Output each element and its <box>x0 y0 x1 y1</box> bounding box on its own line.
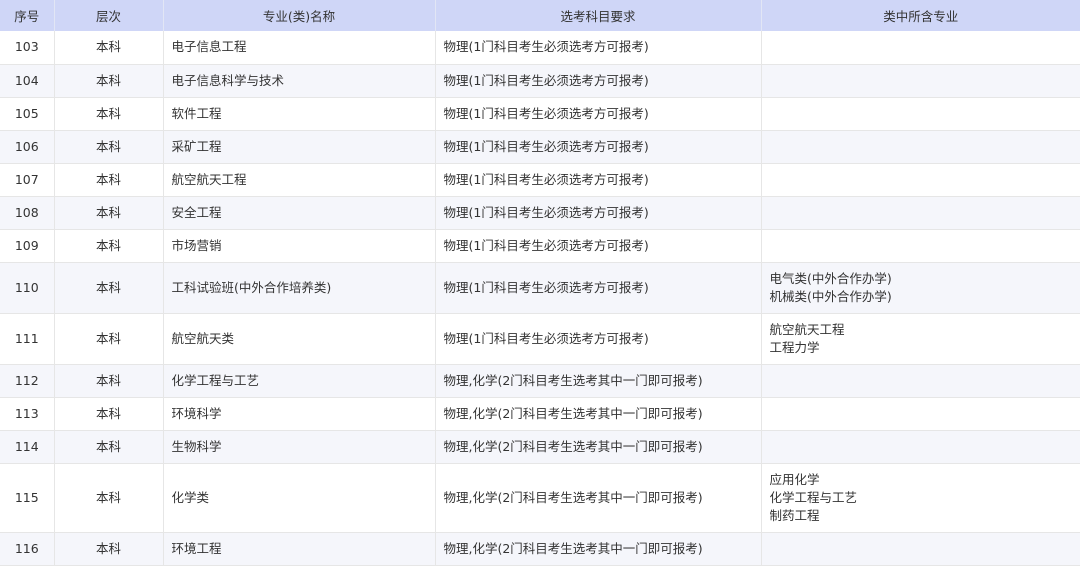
table-row: 114 本科 生物科学 物理,化学(2门科目考生选考其中一门即可报考) <box>0 430 1080 464</box>
cell-subject-requirement: 物理(1门科目考生必须选考方可报考) <box>435 31 762 65</box>
cell-included-majors: 电气类(中外合作办学) 机械类(中外合作办学) <box>761 262 1080 314</box>
header-subject-requirement: 选考科目要求 <box>435 0 762 31</box>
cell-level: 本科 <box>54 262 164 314</box>
cell-index: 105 <box>0 97 55 131</box>
cell-major-name: 市场营销 <box>163 229 436 263</box>
header-major-name: 专业(类)名称 <box>163 0 436 31</box>
cell-subject-requirement: 物理,化学(2门科目考生选考其中一门即可报考) <box>435 463 762 533</box>
table-row: 105 本科 软件工程 物理(1门科目考生必须选考方可报考) <box>0 97 1080 131</box>
cell-included-majors <box>761 532 1080 566</box>
included-major-item: 电气类(中外合作办学) <box>769 270 892 286</box>
cell-subject-requirement: 物理(1门科目考生必须选考方可报考) <box>435 64 762 98</box>
cell-level: 本科 <box>54 313 164 365</box>
cell-subject-requirement: 物理,化学(2门科目考生选考其中一门即可报考) <box>435 430 762 464</box>
cell-subject-requirement: 物理(1门科目考生必须选考方可报考) <box>435 262 762 314</box>
cell-index: 110 <box>0 262 55 314</box>
cell-index: 113 <box>0 397 55 431</box>
cell-level: 本科 <box>54 364 164 398</box>
cell-major-name: 环境科学 <box>163 397 436 431</box>
cell-level: 本科 <box>54 397 164 431</box>
table-row: 113 本科 环境科学 物理,化学(2门科目考生选考其中一门即可报考) <box>0 397 1080 431</box>
included-major-item: 制药工程 <box>769 507 820 523</box>
header-included-majors: 类中所含专业 <box>883 9 959 24</box>
cell-subject-requirement: 物理(1门科目考生必须选考方可报考) <box>435 97 762 131</box>
cell-index: 104 <box>0 64 55 98</box>
cell-subject-requirement: 物理,化学(2门科目考生选考其中一门即可报考) <box>435 532 762 566</box>
cell-index: 114 <box>0 430 55 464</box>
cell-subject-requirement: 物理(1门科目考生必须选考方可报考) <box>435 163 762 197</box>
cell-index: 109 <box>0 229 55 263</box>
cell-included-majors <box>761 163 1080 197</box>
cell-subject-requirement: 物理(1门科目考生必须选考方可报考) <box>435 229 762 263</box>
included-major-item: 工程力学 <box>769 339 820 355</box>
majors-table: 序号 层次 专业(类)名称 选考科目要求 类中所含专业 103 本科 电子信息工程物… <box>0 0 1080 566</box>
cell-level: 本科 <box>54 463 164 533</box>
cell-included-majors <box>761 430 1080 464</box>
table-row: 112 本科 化学工程与工艺 物理,化学(2门科目考生选考其中一门即可报考) <box>0 364 1080 398</box>
header-level: 层次 <box>54 0 164 31</box>
cell-level: 本科 <box>54 97 164 131</box>
cell-included-majors: 应用化学化学工程与工艺 制药工程 <box>761 463 1080 533</box>
table-header-row: 序号 层次 专业(类)名称 选考科目要求 类中所含专业 <box>0 0 1080 31</box>
cell-level: 本科 <box>54 229 164 263</box>
included-major-item: 应用化学 <box>769 471 820 487</box>
cell-major-name: 电子信息科学与技术 <box>163 64 436 98</box>
cell-index: 115 <box>0 463 55 533</box>
cell-included-majors <box>761 397 1080 431</box>
cell-major-name: 采矿工程 <box>163 130 436 164</box>
cell-included-majors <box>761 31 1080 65</box>
cell-included-majors <box>761 229 1080 263</box>
cell-major-name: 电子信息工程 <box>163 31 436 65</box>
cell-included-majors <box>761 364 1080 398</box>
cell-level: 本科 <box>54 532 164 566</box>
cell-included-majors <box>761 196 1080 230</box>
cell-index: 106 <box>0 130 55 164</box>
cell-included-majors <box>761 64 1080 98</box>
cell-major-name: 工科试验班(中外合作培养类) <box>163 262 436 314</box>
table-row: 115 本科 化学类 物理,化学(2门科目考生选考其中一门即可报考) 应用化学 化学工程与… <box>0 463 1080 533</box>
cell-major-name: 安全工程 <box>163 196 436 230</box>
cell-index: 111 <box>0 313 55 365</box>
cell-major-name: 化学工程与工艺 <box>163 364 436 398</box>
table-row: 109 本科 市场营销 物理(1门科目考生必须选考方可报考) <box>0 229 1080 263</box>
table-row: 116 本科 环境工程 物理,化学(2门科目考生选考其中一门即可报考) <box>0 532 1080 566</box>
table-row: 103 本科 电子信息工程 物理(1门科目考生必须选考方可报考) <box>0 31 1080 65</box>
cell-level: 本科 <box>54 31 164 65</box>
cell-level: 本科 <box>54 430 164 464</box>
cell-index: 112 <box>0 364 55 398</box>
table-body: 103 本科 电子信息工程 物理(1门科目考生必须选考方可报考) 104 本科 电子信息科学… <box>0 31 1080 566</box>
cell-subject-requirement: 物理,化学(2门科目考生选考其中一门即可报考) <box>435 397 762 431</box>
cell-included-majors <box>761 130 1080 164</box>
cell-level: 本科 <box>54 196 164 230</box>
cell-major-name: 化学类 <box>163 463 436 533</box>
table-row: 104 本科 电子信息科学与技术 物理(1门科目考生必须选考方可报考) <box>0 64 1080 98</box>
cell-level: 本科 <box>54 130 164 164</box>
cell-major-name: 航空航天类 <box>163 313 436 365</box>
header-index: 序号 <box>0 0 55 31</box>
cell-major-name: 软件工程 <box>163 97 436 131</box>
table-row: 108 本科 安全工程 物理(1门科目考生必须选考方可报考) <box>0 196 1080 230</box>
table-row: 106 本科 采矿工程 物理(1门科目考生必须选考方可报考) <box>0 130 1080 164</box>
cell-level: 本科 <box>54 64 164 98</box>
cell-index: 107 <box>0 163 55 197</box>
included-major-item: 机械类(中外合作办学) <box>769 288 892 304</box>
cell-included-majors <box>761 97 1080 131</box>
included-major-item: 化学工程与工艺 <box>769 489 858 505</box>
cell-subject-requirement: 物理,化学(2门科目考生选考其中一门即可报考) <box>435 364 762 398</box>
cell-index: 108 <box>0 196 55 230</box>
cell-major-name: 生物科学 <box>163 430 436 464</box>
cell-major-name: 环境工程 <box>163 532 436 566</box>
table-row: 110 本科 工科试验班(中外合作培养类) 物理(1门科目考生必须选考方可报考) 电气类… <box>0 262 1080 314</box>
included-major-item: 航空航天工程 <box>769 321 845 337</box>
cell-included-majors: 航空航天工程 工程力学 <box>761 313 1080 365</box>
cell-index: 103 <box>0 31 55 65</box>
cell-level: 本科 <box>54 163 164 197</box>
table-row: 107 本科 航空航天工程 物理(1门科目考生必须选考方可报考) <box>0 163 1080 197</box>
cell-subject-requirement: 物理(1门科目考生必须选考方可报考) <box>435 313 762 365</box>
cell-subject-requirement: 物理(1门科目考生必须选考方可报考) <box>435 130 762 164</box>
cell-index: 116 <box>0 532 55 566</box>
cell-subject-requirement: 物理(1门科目考生必须选考方可报考) <box>435 196 762 230</box>
cell-major-name: 航空航天工程 <box>163 163 436 197</box>
table-row: 111 本科 航空航天类 物理(1门科目考生必须选考方可报考) 航空航天工程 工程力学 <box>0 313 1080 365</box>
